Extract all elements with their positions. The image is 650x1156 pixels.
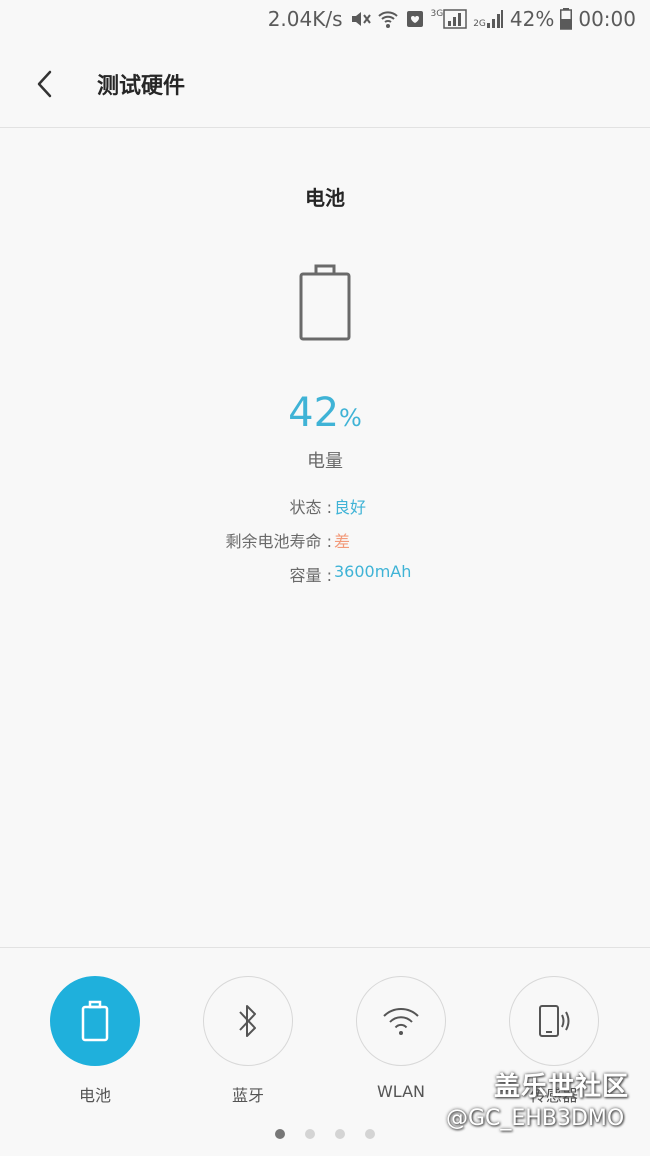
capacity-value: 3600mAh	[334, 562, 412, 581]
signal-2g-icon: 2G	[473, 9, 504, 29]
battery-percent-unit: %	[339, 404, 362, 432]
battery-icon	[81, 1000, 109, 1042]
vibrate-phone-icon	[539, 1005, 570, 1037]
nav-circle-bluetooth[interactable]	[203, 976, 293, 1066]
watermark-community: 盖乐世社区	[494, 1072, 630, 1102]
page-title: 测试硬件	[97, 74, 186, 99]
notification-icon	[405, 9, 425, 29]
battery-life-value: 差	[334, 532, 351, 551]
back-arrow-icon	[37, 70, 52, 98]
battery-percent: 42%	[0, 390, 650, 436]
status-value: 良好	[334, 498, 367, 517]
screen: 2.04K/s 3G 2G 42% 00:00 测试硬件 电池 42% 电量 状…	[0, 0, 650, 1156]
back-button[interactable]	[24, 64, 64, 104]
page-dot-3[interactable]	[335, 1129, 345, 1139]
nav-circle-sensor[interactable]	[509, 976, 599, 1066]
nav-label-wlan: WLAN	[376, 1082, 425, 1101]
page-dot-1[interactable]	[275, 1129, 285, 1139]
status-bar: 2.04K/s 3G 2G 42% 00:00	[0, 0, 650, 38]
clock: 00:00	[578, 7, 636, 31]
nav-item-wlan[interactable]: WLAN	[341, 976, 461, 1101]
nav-circle-battery[interactable]	[50, 976, 140, 1066]
mute-icon	[349, 9, 371, 29]
wifi-icon	[383, 1007, 419, 1035]
nav-item-bluetooth[interactable]: 蓝牙	[188, 976, 308, 1106]
battery-life-row: 剩余电池寿命 : 差	[0, 528, 650, 552]
nav-item-battery[interactable]: 电池	[35, 976, 155, 1106]
capacity-key: 容量 :	[289, 566, 332, 585]
status-key: 状态 :	[289, 498, 332, 517]
nav-label-bluetooth: 蓝牙	[231, 1086, 264, 1105]
nav-circle-wlan[interactable]	[356, 976, 446, 1066]
net-type-2: 2G	[473, 19, 486, 29]
capacity-row: 容量 : 3600mAh	[0, 562, 650, 586]
wifi-status-icon	[377, 9, 399, 29]
page-dot-4[interactable]	[365, 1129, 375, 1139]
battery-status-icon	[560, 8, 573, 30]
page-dot-2[interactable]	[305, 1129, 315, 1139]
battery-percent-value: 42	[288, 390, 340, 436]
signal-3g-icon: 3G	[431, 9, 468, 29]
battery-large-icon	[299, 264, 351, 346]
watermark-id: @GC_EHB3DMO	[446, 1106, 625, 1131]
battery-percent-status: 42%	[509, 7, 555, 31]
nav-label-battery: 电池	[78, 1086, 111, 1105]
app-header: 测试硬件	[0, 38, 650, 128]
status-row: 状态 : 良好	[0, 494, 650, 518]
charge-label: 电量	[307, 451, 343, 472]
net-type-1: 3G	[430, 9, 444, 19]
bluetooth-icon	[239, 1005, 256, 1037]
section-title: 电池	[305, 186, 345, 210]
battery-life-key: 剩余电池寿命 :	[225, 532, 332, 551]
network-speed: 2.04K/s	[267, 7, 343, 31]
